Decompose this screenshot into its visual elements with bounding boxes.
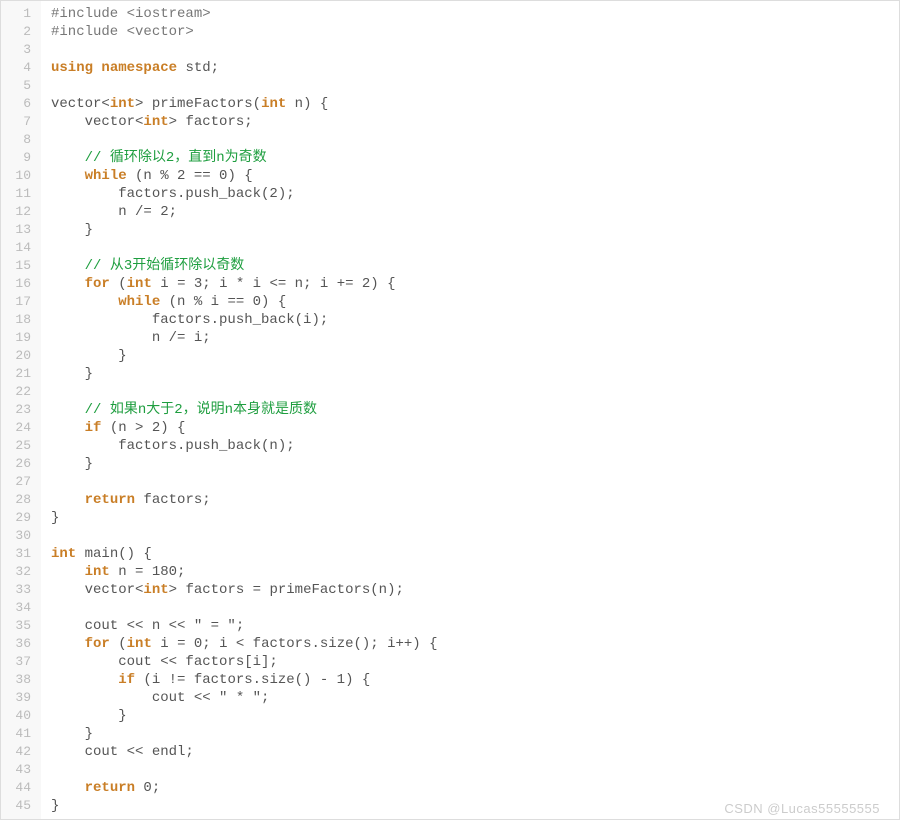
line-number: 38: [1, 671, 41, 689]
code-line: cout << endl;: [41, 743, 899, 761]
code-line: for (int i = 3; i * i <= n; i += 2) {: [41, 275, 899, 293]
line-number: 25: [1, 437, 41, 455]
code-line: #include <iostream>: [41, 5, 899, 23]
watermark: CSDN @Lucas55555555: [724, 801, 880, 816]
code-line: [41, 599, 899, 617]
line-number: 7: [1, 113, 41, 131]
code-line: // 循环除以2，直到n为奇数: [41, 149, 899, 167]
line-number: 3: [1, 41, 41, 59]
line-number: 22: [1, 383, 41, 401]
line-number: 11: [1, 185, 41, 203]
line-number: 33: [1, 581, 41, 599]
code-line: return 0;: [41, 779, 899, 797]
code-line: for (int i = 0; i < factors.size(); i++)…: [41, 635, 899, 653]
line-number: 44: [1, 779, 41, 797]
line-number: 4: [1, 59, 41, 77]
code-line: // 如果n大于2，说明n本身就是质数: [41, 401, 899, 419]
line-number: 26: [1, 455, 41, 473]
line-number: 39: [1, 689, 41, 707]
code-line: factors.push_back(n);: [41, 437, 899, 455]
line-number: 14: [1, 239, 41, 257]
code-line: }: [41, 455, 899, 473]
code-line: }: [41, 365, 899, 383]
code-line: }: [41, 221, 899, 239]
line-number: 35: [1, 617, 41, 635]
code-block: 1234567891011121314151617181920212223242…: [0, 0, 900, 820]
line-number: 12: [1, 203, 41, 221]
code-line: vector<int> primeFactors(int n) {: [41, 95, 899, 113]
code-line: }: [41, 725, 899, 743]
code-line: cout << factors[i];: [41, 653, 899, 671]
line-number: 31: [1, 545, 41, 563]
line-number: 2: [1, 23, 41, 41]
line-number: 10: [1, 167, 41, 185]
code-line: [41, 131, 899, 149]
code-line: while (n % 2 == 0) {: [41, 167, 899, 185]
code-line: #include <vector>: [41, 23, 899, 41]
line-number: 43: [1, 761, 41, 779]
line-number: 17: [1, 293, 41, 311]
line-number: 29: [1, 509, 41, 527]
line-number: 16: [1, 275, 41, 293]
line-number: 21: [1, 365, 41, 383]
line-number: 6: [1, 95, 41, 113]
line-number: 30: [1, 527, 41, 545]
code-line: // 从3开始循环除以奇数: [41, 257, 899, 275]
code-line: n /= i;: [41, 329, 899, 347]
code-line: factors.push_back(2);: [41, 185, 899, 203]
line-number: 40: [1, 707, 41, 725]
line-number: 20: [1, 347, 41, 365]
code-line: if (i != factors.size() - 1) {: [41, 671, 899, 689]
line-number: 13: [1, 221, 41, 239]
line-number: 28: [1, 491, 41, 509]
code-line: [41, 527, 899, 545]
code-line: if (n > 2) {: [41, 419, 899, 437]
line-number: 8: [1, 131, 41, 149]
line-number: 27: [1, 473, 41, 491]
code-line: factors.push_back(i);: [41, 311, 899, 329]
code-line: using namespace std;: [41, 59, 899, 77]
code-line: return factors;: [41, 491, 899, 509]
code-line: n /= 2;: [41, 203, 899, 221]
line-number: 41: [1, 725, 41, 743]
code-line: int main() {: [41, 545, 899, 563]
code-line: cout << " * ";: [41, 689, 899, 707]
line-number: 24: [1, 419, 41, 437]
line-number: 1: [1, 5, 41, 23]
line-number: 5: [1, 77, 41, 95]
line-number: 15: [1, 257, 41, 275]
line-number: 37: [1, 653, 41, 671]
line-number: 9: [1, 149, 41, 167]
line-number: 45: [1, 797, 41, 815]
code-line: cout << n << " = ";: [41, 617, 899, 635]
line-number: 42: [1, 743, 41, 761]
code-line: vector<int> factors = primeFactors(n);: [41, 581, 899, 599]
line-number: 34: [1, 599, 41, 617]
line-number: 32: [1, 563, 41, 581]
code-line: [41, 41, 899, 59]
code-line: int n = 180;: [41, 563, 899, 581]
line-number-gutter: 1234567891011121314151617181920212223242…: [1, 1, 41, 819]
code-line: [41, 473, 899, 491]
line-number: 18: [1, 311, 41, 329]
code-line: [41, 239, 899, 257]
code-line: [41, 383, 899, 401]
code-line: }: [41, 707, 899, 725]
code-line: vector<int> factors;: [41, 113, 899, 131]
line-number: 23: [1, 401, 41, 419]
code-line: [41, 761, 899, 779]
code-line: }: [41, 347, 899, 365]
code-line: }: [41, 509, 899, 527]
code-line: while (n % i == 0) {: [41, 293, 899, 311]
line-number: 19: [1, 329, 41, 347]
line-number: 36: [1, 635, 41, 653]
code-content[interactable]: #include <iostream>#include <vector> usi…: [41, 1, 899, 819]
code-line: [41, 77, 899, 95]
